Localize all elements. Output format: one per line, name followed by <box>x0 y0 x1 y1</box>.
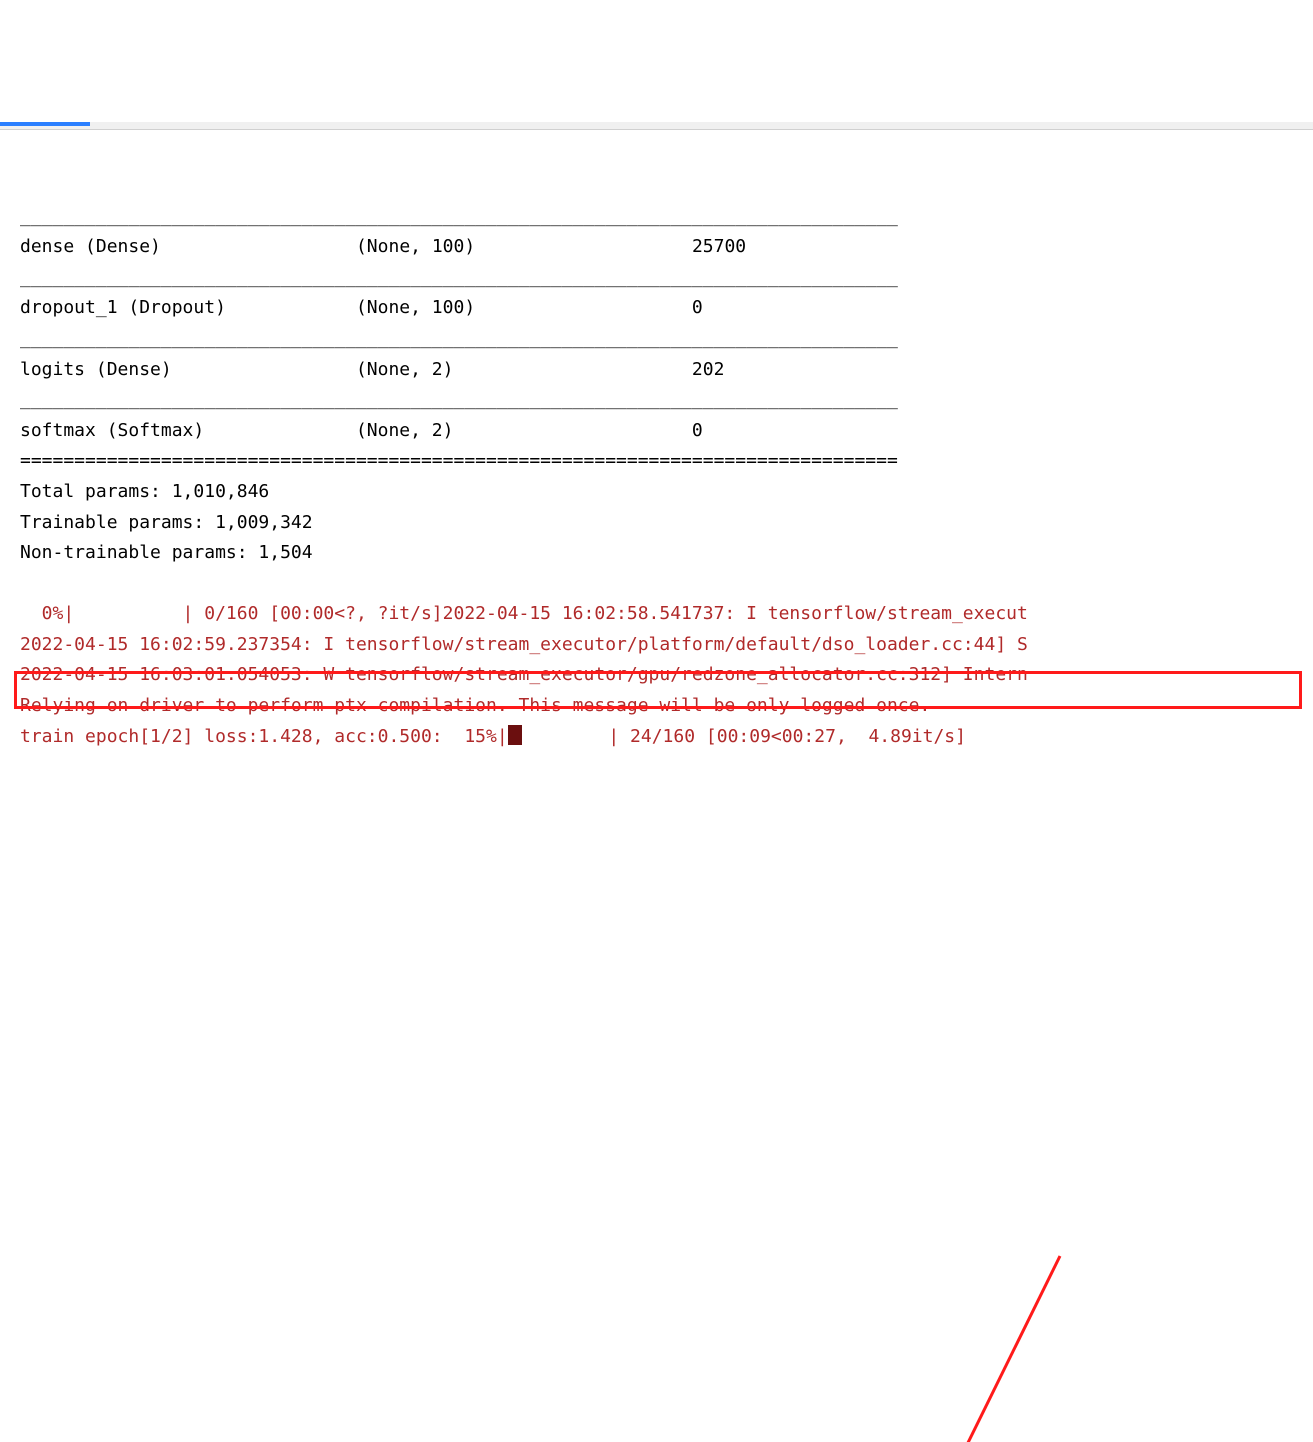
total-params: Total params: 1,010,846 <box>20 481 269 502</box>
nontrainable-params: Non-trainable params: 1,504 <box>20 542 313 563</box>
stderr-line: 0%| | 0/160 [00:00<?, ?it/s]2022-04-15 1… <box>20 603 1028 624</box>
trainable-params: Trainable params: 1,009,342 <box>20 512 313 533</box>
layer-name: softmax (Softmax) <box>20 420 204 441</box>
top-progress-strip <box>0 122 1313 130</box>
layer-output-shape: (None, 100) <box>356 236 475 257</box>
loading-indicator <box>0 122 90 126</box>
stderr-line: Relying on driver to perform ptx compila… <box>20 695 930 716</box>
stderr-line: 2022-04-15 16:02:59.237354: I tensorflow… <box>20 634 1028 655</box>
layer-row: dense (Dense) (None, 100) 25700 <box>20 236 746 257</box>
layer-name: logits (Dense) <box>20 359 172 380</box>
layer-output-shape: (None, 2) <box>356 420 454 441</box>
layer-params: 25700 <box>692 236 746 257</box>
layer-row: softmax (Softmax) (None, 2) 0 <box>20 420 703 441</box>
hr: ________________________________________… <box>20 328 898 349</box>
layer-output-shape: (None, 2) <box>356 359 454 380</box>
train-progress-prefix: train epoch[1/2] loss:1.428, acc:0.500: … <box>20 726 508 747</box>
hr-heavy: ========================================… <box>20 450 898 471</box>
stderr-line: 2022-04-15 16:03:01.054053: W tensorflow… <box>20 664 1028 685</box>
train-progress-suffix: | 24/160 [00:09<00:27, 4.89it/s] <box>522 726 966 747</box>
cell-output: ________________________________________… <box>0 192 1313 753</box>
layer-params: 202 <box>692 359 725 380</box>
layer-params: 0 <box>692 420 703 441</box>
hr: ________________________________________… <box>20 206 898 227</box>
layer-row: logits (Dense) (None, 2) 202 <box>20 359 724 380</box>
train-progress-line: train epoch[1/2] loss:1.428, acc:0.500: … <box>20 726 966 747</box>
hr: ________________________________________… <box>20 389 898 410</box>
hr: ________________________________________… <box>20 267 898 288</box>
layer-params: 0 <box>692 297 703 318</box>
progress-bar-fill <box>508 725 522 745</box>
layer-row: dropout_1 (Dropout) (None, 100) 0 <box>20 297 703 318</box>
layer-name: dense (Dense) <box>20 236 161 257</box>
layer-output-shape: (None, 100) <box>356 297 475 318</box>
layer-name: dropout_1 (Dropout) <box>20 297 226 318</box>
annotation-arrow <box>0 936 1313 1442</box>
